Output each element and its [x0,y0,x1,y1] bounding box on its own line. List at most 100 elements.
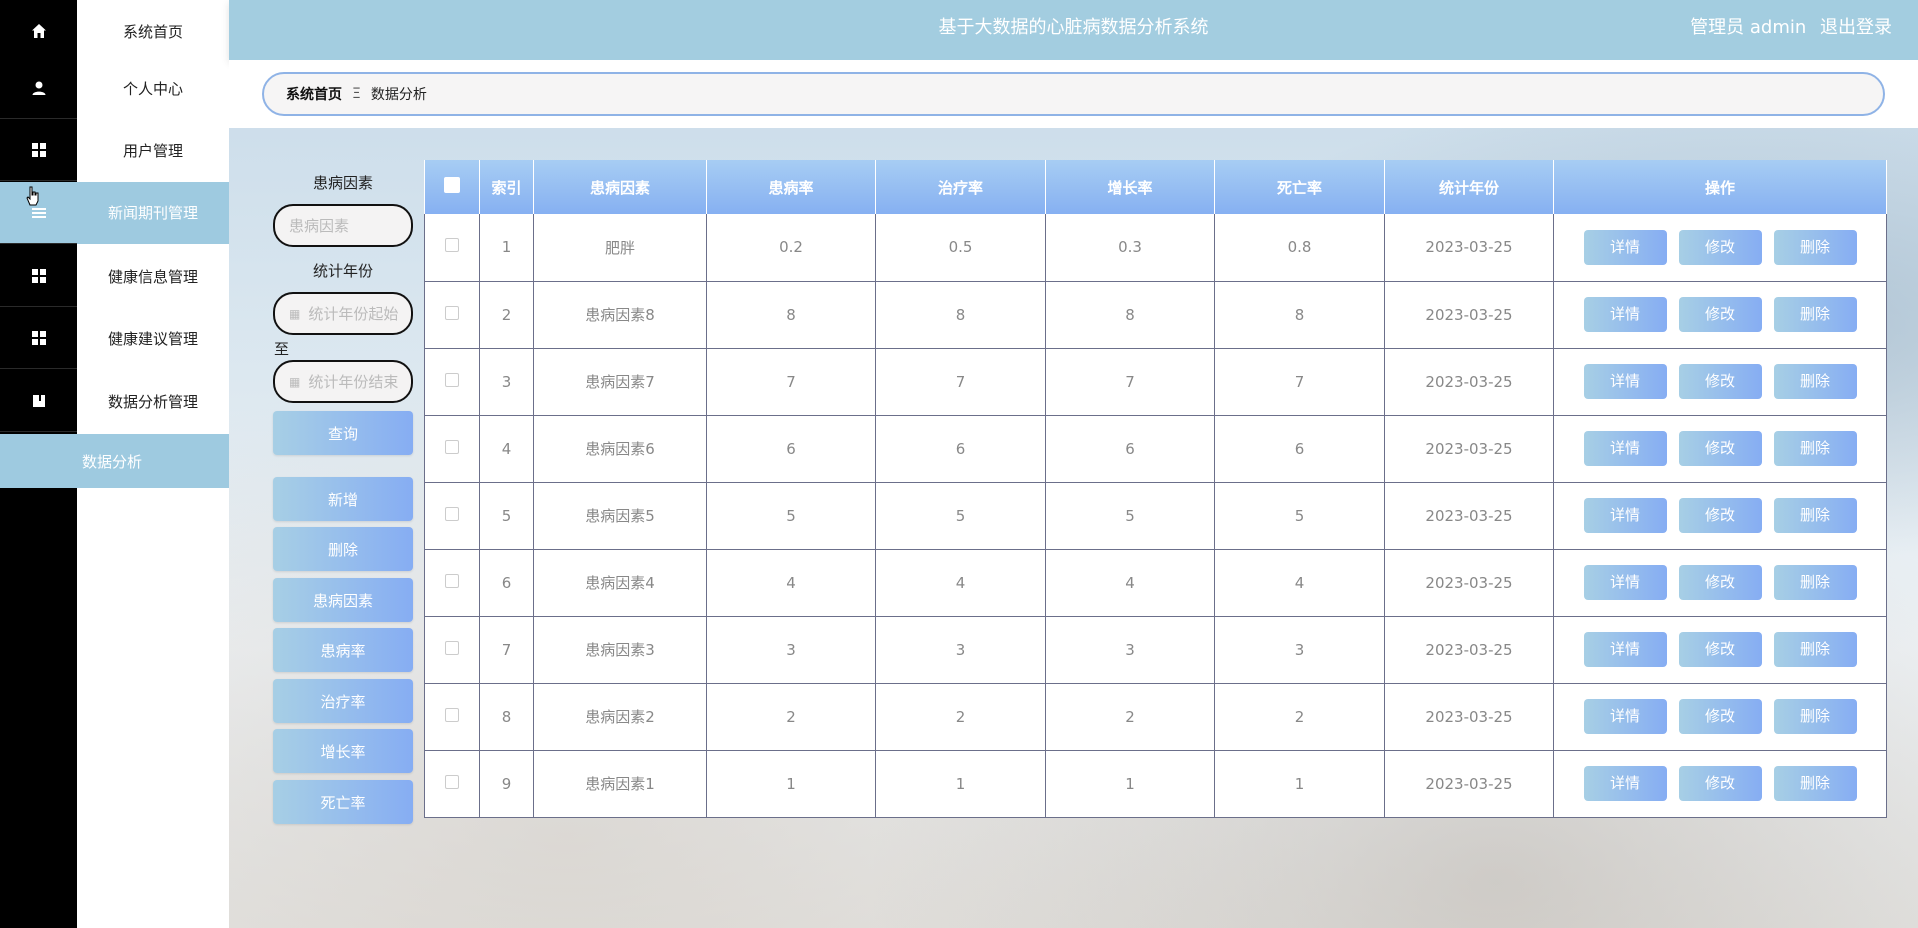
year-start-input[interactable]: ▦ 统计年份起始 [273,292,413,335]
edit-button[interactable]: 修改 [1678,565,1762,600]
column-header: 死亡率 [1214,160,1385,214]
row-select-cell[interactable] [424,750,480,818]
delete-button[interactable]: 删除 [1773,565,1857,600]
detail-button[interactable]: 详情 [1583,498,1667,533]
table-cell: 患病因素5 [533,482,707,550]
top-header: 基于大数据的心脏病数据分析系统 管理员 admin 退出登录 [229,0,1918,60]
row-select-cell[interactable] [424,415,480,483]
factor-chart-button[interactable]: 患病因素 [273,578,413,622]
table-cell: 1 [875,750,1046,818]
row-checkbox[interactable] [445,707,459,722]
table-cell: 患病因素3 [533,616,707,684]
calendar-icon: ▦ [289,374,301,389]
row-select-cell[interactable] [424,482,480,550]
row-checkbox[interactable] [445,640,459,655]
row-actions-cell: 详情 修改 删除 [1553,549,1887,617]
table-cell: 6 [1045,415,1215,483]
sidebar-item-profile[interactable]: 个人中心 [0,57,229,119]
edit-button[interactable]: 修改 [1678,297,1762,332]
sidebar-item-data-analysis[interactable]: 数据分析管理 [0,370,229,432]
table-cell: 患病因素4 [533,549,707,617]
delete-button[interactable]: 删除 [1773,699,1857,734]
table-cell: 3 [1045,616,1215,684]
delete-button[interactable]: 删除 [1773,632,1857,667]
sidebar-item-health-info[interactable]: 健康信息管理 [0,245,229,307]
breadcrumb-home[interactable]: 系统首页 [286,84,342,104]
select-all-checkbox[interactable] [443,177,460,193]
row-checkbox[interactable] [445,439,459,454]
row-select-cell[interactable] [424,214,480,282]
row-select-cell[interactable] [424,616,480,684]
row-checkbox[interactable] [445,573,459,588]
edit-button[interactable]: 修改 [1678,498,1762,533]
detail-button[interactable]: 详情 [1583,431,1667,466]
table-cell: 4 [1214,549,1385,617]
sidebar-item-health-advice[interactable]: 健康建议管理 [0,307,229,369]
factor-search-input[interactable]: 患病因素 [273,204,413,247]
delete-button[interactable]: 删除 [1773,766,1857,801]
delete-button[interactable]: 删除 [1773,297,1857,332]
mortality-chart-button[interactable]: 死亡率 [273,780,413,824]
edit-button[interactable]: 修改 [1678,364,1762,399]
row-select-cell[interactable] [424,281,480,349]
logout-link[interactable]: 退出登录 [1820,17,1892,38]
data-table: 索引 患病因素 患病率 治疗率 增长率 死亡率 统计年份 操作 1 肥胖 0.2 0.… [424,160,1887,818]
table-cell: 5 [1214,482,1385,550]
edit-button[interactable]: 修改 [1678,431,1762,466]
prevalence-chart-button[interactable]: 患病率 [273,628,413,672]
sidebar-subitem-data-analysis[interactable]: 数据分析 [0,434,229,488]
table-cell: 2 [875,683,1046,751]
table-cell: 0.5 [875,214,1046,282]
row-select-cell[interactable] [424,348,480,416]
sidebar-item-home[interactable]: 系统首页 [0,0,229,62]
column-header: 操作 [1553,160,1887,214]
table-row: 6 患病因素4 4 4 4 4 2023-03-25 详情 修改 删除 [424,549,1887,617]
table-cell: 2023-03-25 [1384,750,1554,818]
detail-button[interactable]: 详情 [1583,364,1667,399]
row-actions-cell: 详情 修改 删除 [1553,415,1887,483]
table-header-row: 索引 患病因素 患病率 治疗率 增长率 死亡率 统计年份 操作 [424,160,1887,214]
sidebar-item-users[interactable]: 用户管理 [0,119,229,181]
delete-button[interactable]: 删除 [1773,364,1857,399]
table-cell: 患病因素7 [533,348,707,416]
row-checkbox[interactable] [445,774,459,789]
treatment-chart-button[interactable]: 治疗率 [273,679,413,723]
table-cell: 7 [1214,348,1385,416]
table-row: 9 患病因素1 1 1 1 1 2023-03-25 详情 修改 删除 [424,750,1887,818]
detail-button[interactable]: 详情 [1583,632,1667,667]
breadcrumb-separator-icon: Ξ [352,86,361,102]
batch-delete-button[interactable]: 删除 [273,527,413,571]
row-checkbox[interactable] [445,372,459,387]
table-cell: 2023-03-25 [1384,214,1554,282]
row-select-cell[interactable] [424,549,480,617]
row-select-cell[interactable] [424,683,480,751]
table-cell: 8 [479,683,534,751]
table-row: 1 肥胖 0.2 0.5 0.3 0.8 2023-03-25 详情 修改 删除 [424,214,1887,282]
query-button[interactable]: 查询 [273,411,413,455]
row-checkbox[interactable] [445,305,459,320]
delete-button[interactable]: 删除 [1773,431,1857,466]
edit-button[interactable]: 修改 [1678,632,1762,667]
column-header: 患病因素 [533,160,707,214]
select-all-cell[interactable] [424,160,480,214]
detail-button[interactable]: 详情 [1583,766,1667,801]
edit-button[interactable]: 修改 [1678,699,1762,734]
delete-button[interactable]: 删除 [1773,229,1857,265]
edit-button[interactable]: 修改 [1678,229,1762,265]
growth-chart-button[interactable]: 增长率 [273,729,413,773]
detail-button[interactable]: 详情 [1583,565,1667,600]
detail-button[interactable]: 详情 [1583,229,1667,265]
sidebar-item-label: 健康建议管理 [107,329,198,348]
row-checkbox[interactable] [445,506,459,521]
detail-button[interactable]: 详情 [1583,699,1667,734]
row-actions-cell: 详情 修改 删除 [1553,750,1887,818]
year-end-input[interactable]: ▦ 统计年份结束 [273,360,413,403]
detail-button[interactable]: 详情 [1583,297,1667,332]
delete-button[interactable]: 删除 [1773,498,1857,533]
edit-button[interactable]: 修改 [1678,766,1762,801]
row-checkbox[interactable] [445,238,459,253]
add-button[interactable]: 新增 [273,477,413,521]
table-cell: 患病因素8 [533,281,707,349]
table-cell: 2023-03-25 [1384,281,1554,349]
table-cell: 1 [1214,750,1385,818]
